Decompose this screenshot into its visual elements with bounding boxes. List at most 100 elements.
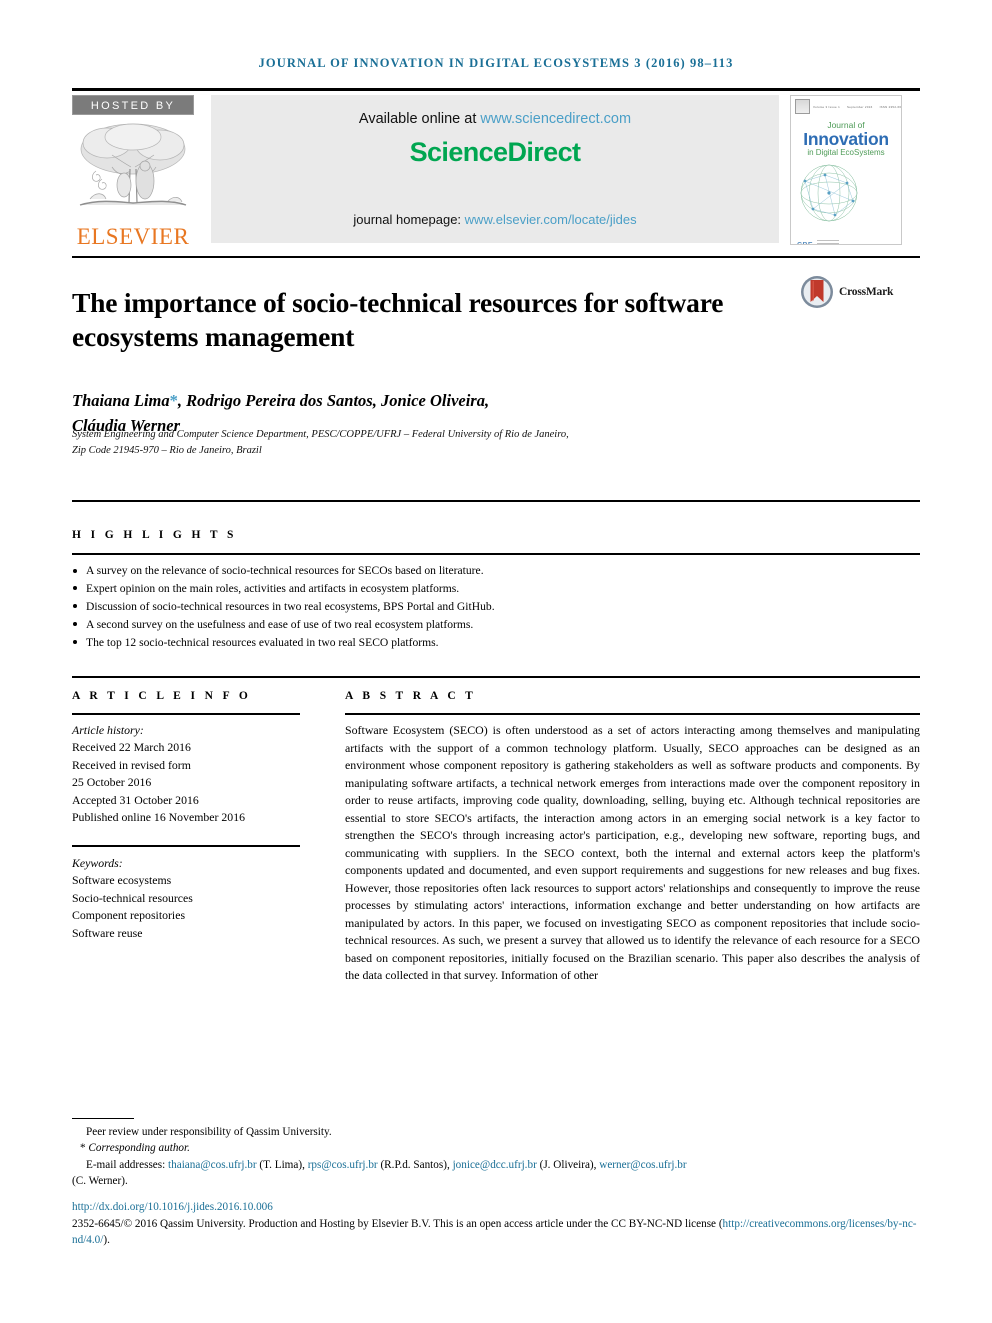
cover-meta-issn: ISSN 2352-6645 bbox=[879, 104, 902, 109]
available-online-label: Available online at bbox=[358, 111, 481, 127]
elsevier-logo-block: HOSTED BY ELSEVIER bbox=[72, 95, 203, 249]
cover-title-main: Innovation bbox=[803, 129, 889, 149]
author-line-1: Thaiana Lima*, Rodrigo Pereira dos Santo… bbox=[72, 388, 792, 413]
email-tail: (C. Werner). bbox=[72, 1174, 128, 1187]
list-item: The top 12 socio-technical resources eva… bbox=[72, 634, 920, 651]
network-sphere-icon bbox=[800, 164, 858, 222]
history-item: 25 October 2016 bbox=[72, 775, 152, 790]
divider-top bbox=[72, 88, 920, 91]
corresponding-author-note: * Corresponding author. bbox=[72, 1140, 920, 1156]
divider-under-highlights bbox=[72, 676, 920, 678]
bullet-icon bbox=[73, 604, 77, 609]
cover-cbe-lines bbox=[816, 239, 839, 244]
affiliation: System Engineering and Computer Science … bbox=[72, 427, 832, 458]
email-link-santos[interactable]: rps@cos.ufrj.br bbox=[308, 1159, 378, 1171]
keywords-block: Keywords: Software ecosystems Socio-tech… bbox=[72, 855, 302, 942]
cover-cbe-logo: CBE bbox=[797, 234, 839, 244]
divider-article-info bbox=[72, 713, 300, 715]
keyword-item: Socio-technical resources bbox=[72, 890, 193, 905]
journal-homepage-link[interactable]: www.elsevier.com/locate/jides bbox=[465, 212, 637, 227]
highlight-text: Discussion of socio-technical resources … bbox=[86, 599, 495, 613]
list-item: A survey on the relevance of socio-techn… bbox=[72, 562, 920, 579]
history-item: Received 22 March 2016 bbox=[72, 740, 191, 755]
keyword-item: Software reuse bbox=[72, 925, 143, 940]
cover-meta: Volume 3 Issue 1 September 2016 ISSN 235… bbox=[813, 104, 902, 109]
email-link-oliveira[interactable]: jonice@dcc.ufrj.br bbox=[453, 1159, 537, 1171]
keyword-item: Software ecosystems bbox=[72, 873, 172, 888]
cover-meta-volume: Volume 3 Issue 1 bbox=[813, 104, 840, 109]
copyright-notice: 2352-6645/© 2016 Qassim University. Prod… bbox=[72, 1216, 920, 1249]
history-item: Published online 16 November 2016 bbox=[72, 810, 246, 825]
copyright-text: 2352-6645/© 2016 Qassim University. Prod… bbox=[72, 1218, 723, 1230]
bullet-icon bbox=[73, 640, 77, 645]
available-online-line: Available online at www.sciencedirect.co… bbox=[211, 95, 779, 127]
divider-footnote bbox=[72, 1118, 134, 1120]
email-link-werner[interactable]: werner@cos.ufrj.br bbox=[599, 1159, 686, 1171]
corresponding-author-text: Corresponding author. bbox=[85, 1142, 190, 1155]
article-info-heading: A R T I C L E I N F O bbox=[72, 690, 252, 702]
footnotes: Peer review under responsibility of Qass… bbox=[72, 1124, 920, 1189]
sciencedirect-logo-part1: Science bbox=[409, 137, 508, 167]
divider-under-masthead bbox=[72, 256, 920, 258]
email-addresses: E-mail addresses: thaiana@cos.ufrj.br (T… bbox=[72, 1157, 920, 1173]
email-link-lima[interactable]: thaiana@cos.ufrj.br bbox=[168, 1159, 257, 1171]
doi-link[interactable]: http://dx.doi.org/10.1016/j.jides.2016.1… bbox=[72, 1201, 273, 1213]
journal-cover-thumbnail[interactable]: Volume 3 Issue 1 September 2016 ISSN 235… bbox=[790, 95, 902, 245]
cover-topbar: Volume 3 Issue 1 September 2016 ISSN 235… bbox=[791, 96, 901, 114]
abstract-text: Software Ecosystem (SECO) is often under… bbox=[345, 723, 920, 982]
author-line-1-rest: , Rodrigo Pereira dos Santos, Jonice Oli… bbox=[177, 391, 490, 410]
elsevier-wordmark: ELSEVIER bbox=[76, 224, 190, 249]
cover-elsevier-icon bbox=[795, 99, 810, 114]
email-label: E-mail addresses: bbox=[86, 1158, 169, 1171]
history-item: Received in revised form bbox=[72, 757, 191, 772]
crossmark-badge[interactable]: CrossMark bbox=[800, 274, 918, 310]
masthead: HOSTED BY ELSEVIER Available online at w… bbox=[72, 95, 920, 249]
abstract-heading: A B S T R A C T bbox=[345, 690, 477, 702]
divider-under-authors bbox=[72, 500, 920, 502]
page-title: The importance of socio-technical resour… bbox=[72, 287, 724, 353]
sciencedirect-link[interactable]: www.sciencedirect.com bbox=[480, 111, 631, 127]
cover-title-sub: in Digital EcoSystems bbox=[807, 148, 885, 157]
history-item: Accepted 31 October 2016 bbox=[72, 792, 199, 807]
list-item: A second survey on the usefulness and ea… bbox=[72, 616, 920, 633]
divider-highlights bbox=[72, 553, 920, 555]
sciencedirect-logo: ScienceDirect bbox=[211, 137, 779, 168]
highlight-text: The top 12 socio-technical resources eva… bbox=[86, 635, 439, 649]
running-head: JOURNAL OF INNOVATION IN DIGITAL ECOSYST… bbox=[258, 56, 734, 70]
peer-review-note: Peer review under responsibility of Qass… bbox=[86, 1126, 332, 1138]
highlights-heading: H I G H L I G H T S bbox=[72, 529, 237, 541]
highlight-text: A survey on the relevance of socio-techn… bbox=[86, 564, 484, 577]
affiliation-line-2: Zip Code 21945-970 – Rio de Janeiro, Bra… bbox=[72, 444, 262, 456]
divider-keywords bbox=[72, 845, 300, 847]
elsevier-tree-icon bbox=[79, 123, 187, 206]
article-history: Article history: Received 22 March 2016 … bbox=[72, 722, 302, 826]
highlights-list: A survey on the relevance of socio-techn… bbox=[72, 562, 920, 652]
sciencedirect-banner: Available online at www.sciencedirect.co… bbox=[211, 95, 779, 243]
author-name-lima: Thaiana Lima bbox=[72, 391, 170, 410]
list-item: Expert opinion on the main roles, activi… bbox=[72, 580, 920, 597]
divider-abstract bbox=[345, 713, 920, 715]
bullet-icon bbox=[73, 586, 77, 591]
corresponding-marker: * bbox=[169, 391, 178, 410]
crossmark-icon bbox=[801, 276, 833, 308]
article-history-label: Article history: bbox=[72, 723, 144, 737]
journal-homepage-line: journal homepage: www.elsevier.com/locat… bbox=[211, 212, 779, 227]
paper-page: JOURNAL OF INNOVATION IN DIGITAL ECOSYST… bbox=[0, 0, 992, 1323]
email-name-santos: (R.P.d. Santos), bbox=[377, 1158, 453, 1171]
cover-footer: CBE Qassim University bbox=[791, 230, 901, 244]
journal-homepage-label: journal homepage: bbox=[353, 212, 465, 227]
copyright-tail: ). bbox=[103, 1234, 110, 1247]
email-name-oliveira: (J. Oliveira), bbox=[536, 1158, 600, 1171]
crossmark-label: CrossMark bbox=[839, 286, 894, 298]
highlight-text: Expert opinion on the main roles, activi… bbox=[86, 581, 460, 595]
bullet-icon bbox=[73, 622, 77, 627]
highlight-text: A second survey on the usefulness and ea… bbox=[86, 617, 474, 631]
keyword-item: Component repositories bbox=[72, 908, 186, 923]
affiliation-line-1: System Engineering and Computer Science … bbox=[72, 429, 569, 440]
hosted-by-badge: HOSTED BY bbox=[72, 95, 194, 115]
cover-meta-date: September 2016 bbox=[846, 104, 873, 109]
bullet-icon bbox=[73, 568, 77, 573]
sciencedirect-logo-part2: Direct bbox=[507, 137, 581, 167]
keywords-label: Keywords: bbox=[72, 856, 123, 870]
list-item: Discussion of socio-technical resources … bbox=[72, 598, 920, 615]
